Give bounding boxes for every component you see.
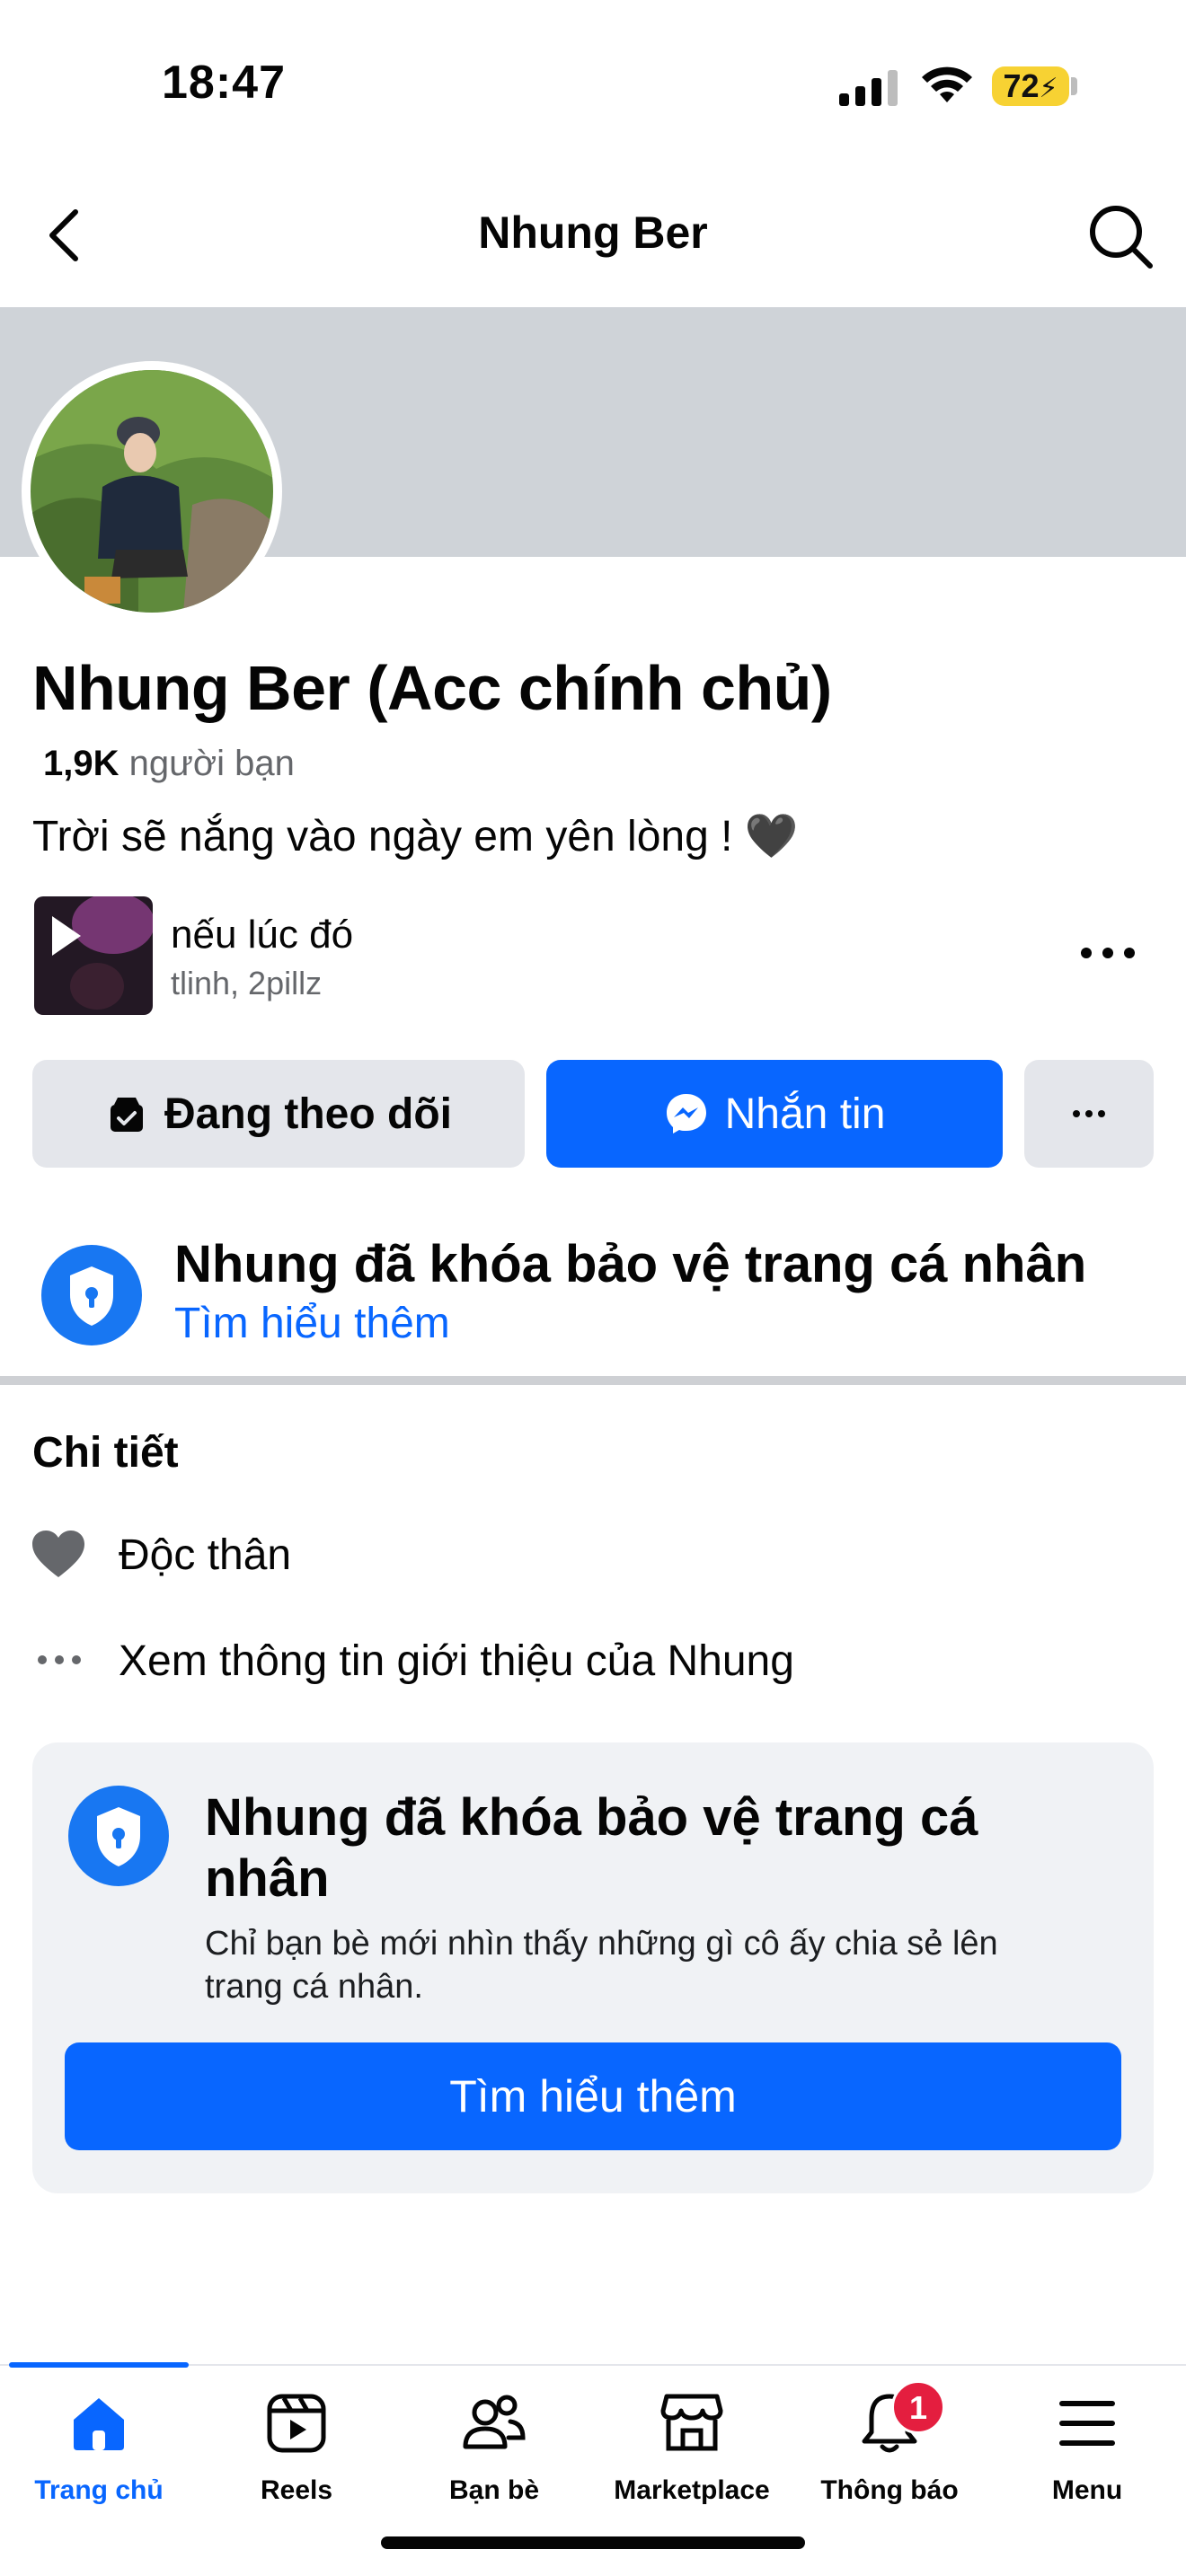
avatar-photo <box>31 370 273 613</box>
search-icon[interactable] <box>1087 203 1155 271</box>
music-artist: tlinh, 2pillz <box>171 965 323 1001</box>
menu-icon <box>1059 2401 1115 2446</box>
see-intro-link[interactable]: Xem thông tin giới thiệu của Nhung <box>119 1636 794 1686</box>
battery-tip <box>1071 77 1077 95</box>
following-button[interactable]: Đang theo dõi <box>32 1060 525 1168</box>
home-icon <box>74 2398 124 2450</box>
friends-count[interactable]: 1,9K người bạn <box>43 744 295 784</box>
nav-item-friends[interactable]: Bạn bè <box>395 2384 593 2519</box>
avatar[interactable] <box>22 361 282 622</box>
message-button[interactable]: Nhắn tin <box>546 1060 1003 1168</box>
music-cover-art[interactable] <box>34 896 153 1015</box>
marketplace-icon <box>660 2394 723 2451</box>
heart-icon <box>32 1531 84 1577</box>
home-indicator[interactable] <box>381 2536 805 2549</box>
nav-label-home: Trang chủ <box>34 2475 164 2505</box>
following-icon <box>111 1098 144 1132</box>
nav-item-marketplace[interactable]: Marketplace <box>593 2384 791 2519</box>
battery-level: 72 <box>1003 67 1040 104</box>
nav-label-reels: Reels <box>260 2475 333 2505</box>
page-title: Nhung Ber <box>478 207 708 258</box>
profile-more-button[interactable] <box>1024 1060 1154 1168</box>
music-more-icon[interactable] <box>1076 940 1139 966</box>
learn-more-link[interactable]: Tìm hiểu thêm <box>174 1299 450 1348</box>
following-label: Đang theo dõi <box>164 1090 452 1138</box>
nav-item-notifications[interactable]: Thông báo <box>791 2384 988 2519</box>
active-tab-indicator <box>9 2362 189 2368</box>
locked-card-description: Chỉ bạn bè mới nhìn thấy những gì cô ấy … <box>205 1925 998 2006</box>
more-dots-icon <box>1073 1110 1105 1117</box>
profile-name: Nhung Ber (Acc chính chủ) <box>32 653 832 723</box>
relationship-status: Độc thân <box>119 1531 292 1579</box>
reels-icon <box>267 2394 326 2453</box>
music-title[interactable]: nếu lúc đó <box>171 913 353 957</box>
section-divider <box>0 1376 1186 1385</box>
nav-item-reels[interactable]: Reels <box>198 2384 395 2519</box>
nav-label-notifications: Thông báo <box>820 2475 959 2505</box>
nav-label-marketplace: Marketplace <box>614 2475 770 2505</box>
details-heading: Chi tiết <box>32 1429 179 1477</box>
profile-bio: Trời sẽ nắng vào ngày em yên lòng ! 🖤 <box>32 813 799 860</box>
message-label: Nhắn tin <box>724 1090 886 1138</box>
signal-icon <box>839 70 898 106</box>
friends-icon <box>463 2395 526 2449</box>
notification-badge: 1 <box>891 2380 945 2434</box>
shield-lock-icon <box>68 1786 169 1886</box>
shield-lock-icon <box>41 1245 142 1345</box>
profile-locked-title: Nhung đã khóa bảo vệ trang cá nhân <box>174 1235 1087 1293</box>
nav-item-menu[interactable]: Menu <box>988 2384 1186 2519</box>
locked-card-title: Nhung đã khóa bảo vệ trang cá nhân <box>205 1788 978 1908</box>
nav-item-home[interactable]: Trang chủ <box>0 2384 198 2519</box>
nav-label-menu: Menu <box>1051 2475 1123 2505</box>
more-dots-icon <box>38 1655 81 1664</box>
wifi-icon <box>922 66 972 102</box>
battery-icon: 72⚡ <box>992 66 1069 106</box>
messenger-icon <box>666 1094 706 1134</box>
status-time: 18:47 <box>162 57 286 109</box>
nav-label-friends: Bạn bè <box>448 2475 540 2505</box>
friends-number: 1,9K <box>43 744 119 783</box>
friends-label: người bạn <box>128 744 295 783</box>
learn-more-button[interactable]: Tìm hiểu thêm <box>65 2042 1121 2150</box>
